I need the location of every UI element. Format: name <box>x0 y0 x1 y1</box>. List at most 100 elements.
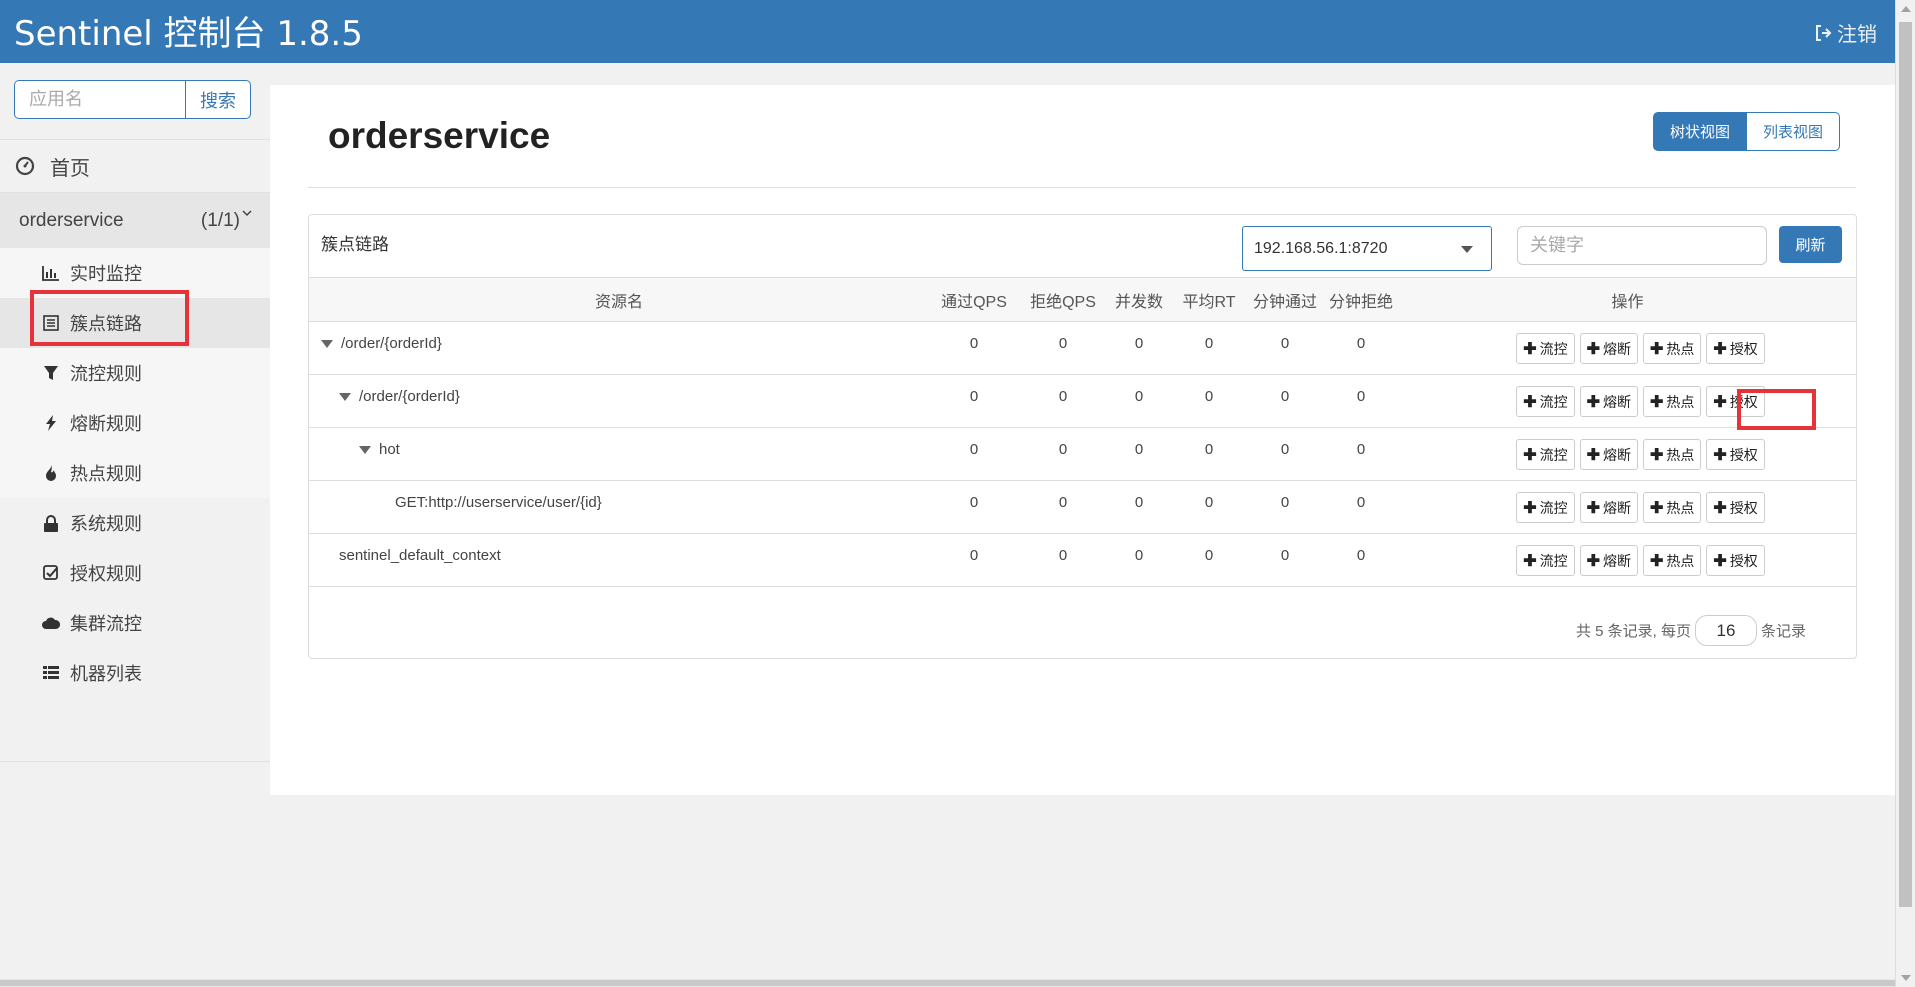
app-name: orderservice <box>19 209 124 231</box>
title-divider <box>308 187 1856 188</box>
add-auth-rule-button[interactable]: ✚ 授权 <box>1706 333 1765 364</box>
menu-item-machine-list[interactable]: 机器列表 <box>0 648 270 698</box>
add-flow-rule-button[interactable]: ✚ 流控 <box>1516 333 1575 364</box>
add-degrade-rule-button[interactable]: ✚ 熔断 <box>1579 333 1638 364</box>
op-label: 热点 <box>1666 552 1695 569</box>
caret-down-icon <box>1461 246 1473 253</box>
main-content: orderservice 树状视图 列表视图 簇点链路 192.168.56.1… <box>270 85 1895 795</box>
nav-home[interactable]: 首页 <box>0 139 270 193</box>
add-degrade-rule-button[interactable]: ✚ 熔断 <box>1579 492 1638 523</box>
resource-table: 资源名 通过QPS 拒绝QPS 并发数 平均RT 分钟通过 分钟拒绝 操作 /o… <box>309 277 1856 587</box>
add-flow-rule-button[interactable]: ✚ 流控 <box>1516 386 1575 417</box>
col-min-block: 分钟拒绝 <box>1323 277 1399 322</box>
add-flow-rule-button[interactable]: ✚ 流控 <box>1516 439 1575 470</box>
avg-rt: 0 <box>1171 427 1247 481</box>
machine-select[interactable]: 192.168.56.1:8720 <box>1242 226 1492 271</box>
menu-label: 实时监控 <box>70 264 142 284</box>
highlight-box-auth-button <box>1737 389 1816 430</box>
brand-title[interactable]: Sentinel 控制台 1.8.5 <box>14 6 363 55</box>
add-hot-rule-button[interactable]: ✚ 热点 <box>1643 492 1702 523</box>
min-block: 0 <box>1323 480 1399 534</box>
plus-icon: ✚ <box>1713 393 1727 411</box>
add-degrade-rule-button[interactable]: ✚ 熔断 <box>1579 439 1638 470</box>
menu-item-cluster-flow[interactable]: 集群流控 <box>0 598 270 648</box>
keyword-input[interactable] <box>1517 226 1767 265</box>
add-hot-rule-button[interactable]: ✚ 热点 <box>1643 333 1702 364</box>
plus-icon: ✚ <box>1586 499 1600 517</box>
plus-icon: ✚ <box>1586 446 1600 464</box>
list-view-button[interactable]: 列表视图 <box>1747 112 1841 151</box>
add-flow-rule-button[interactable]: ✚ 流控 <box>1516 545 1575 576</box>
block-qps: 0 <box>1019 533 1107 587</box>
vertical-scrollbar[interactable] <box>1895 0 1915 987</box>
top-navbar: Sentinel 控制台 1.8.5 注销 <box>0 0 1895 63</box>
add-hot-rule-button[interactable]: ✚ 热点 <box>1643 545 1702 576</box>
avg-rt: 0 <box>1171 374 1247 428</box>
min-pass: 0 <box>1247 480 1323 534</box>
resource-name: /order/{orderId} <box>341 335 442 352</box>
app-machine-count: (1/1) <box>200 209 240 231</box>
min-pass: 0 <box>1247 374 1323 428</box>
menu-item-flow-rules[interactable]: 流控规则 <box>0 348 270 398</box>
highlight-box-menu <box>30 290 189 346</box>
resource-panel: 簇点链路 192.168.56.1:8720 刷新 资源名 通过QPS 拒绝QP… <box>308 214 1857 659</box>
scrollbar-thumb[interactable] <box>1899 22 1912 907</box>
menu-label: 集群流控 <box>70 614 142 634</box>
add-hot-rule-button[interactable]: ✚ 热点 <box>1643 439 1702 470</box>
menu-item-hot-param-rules[interactable]: 热点规则 <box>0 448 270 498</box>
scroll-up-icon[interactable] <box>1901 6 1911 12</box>
page-size-input[interactable] <box>1694 615 1757 646</box>
page-title: orderservice <box>328 115 551 156</box>
menu-item-degrade-rules[interactable]: 熔断规则 <box>0 398 270 448</box>
scrollbar-thumb[interactable] <box>0 980 1895 986</box>
thread-count: 0 <box>1107 374 1171 428</box>
menu-label: 流控规则 <box>70 364 142 384</box>
resource-name: GET:http://userservice/user/{id} <box>395 494 602 511</box>
tree-toggle-icon[interactable] <box>339 393 351 402</box>
app-item-orderservice[interactable]: orderservice (1/1) <box>0 193 270 248</box>
logout-label: 注销 <box>1837 24 1877 46</box>
plus-icon: ✚ <box>1586 552 1600 570</box>
menu-label: 熔断规则 <box>70 414 142 434</box>
min-pass: 0 <box>1247 533 1323 587</box>
add-auth-rule-button[interactable]: ✚ 授权 <box>1706 439 1765 470</box>
sidebar: 搜索 首页 orderservice (1/1) 实时监控 簇点链路 流控规则 … <box>0 63 270 979</box>
logout-link[interactable]: 注销 <box>1813 18 1877 47</box>
menu-item-authority-rules[interactable]: 授权规则 <box>0 548 270 598</box>
add-degrade-rule-button[interactable]: ✚ 熔断 <box>1579 386 1638 417</box>
op-label: 熔断 <box>1603 446 1631 463</box>
lock-icon <box>42 514 60 532</box>
resource-name: hot <box>379 441 400 458</box>
app-search-button[interactable]: 搜索 <box>185 80 251 119</box>
op-label: 授权 <box>1729 446 1758 463</box>
app-search-input[interactable] <box>14 80 185 119</box>
scroll-down-icon[interactable] <box>1901 975 1911 981</box>
tree-view-button[interactable]: 树状视图 <box>1653 112 1748 151</box>
horizontal-scrollbar[interactable] <box>0 979 1895 987</box>
thread-count: 0 <box>1107 533 1171 587</box>
add-auth-rule-button[interactable]: ✚ 授权 <box>1706 492 1765 523</box>
menu-item-system-rules[interactable]: 系统规则 <box>0 498 270 548</box>
tree-toggle-icon[interactable] <box>359 446 371 455</box>
min-block: 0 <box>1323 533 1399 587</box>
pager-total: 共 5 条记录, 每页 <box>1575 623 1691 640</box>
add-flow-rule-button[interactable]: ✚ 流控 <box>1516 492 1575 523</box>
table-row: hot 0 0 0 0 0 0 ✚ 流控 ✚ 熔断 ✚ 热点 ✚ 授权 <box>309 427 1856 481</box>
op-label: 热点 <box>1666 499 1695 516</box>
tree-toggle-icon[interactable] <box>321 340 333 349</box>
cloud-icon <box>42 614 60 632</box>
add-degrade-rule-button[interactable]: ✚ 熔断 <box>1579 545 1638 576</box>
plus-icon: ✚ <box>1523 552 1537 570</box>
min-block: 0 <box>1323 427 1399 481</box>
add-hot-rule-button[interactable]: ✚ 热点 <box>1643 386 1702 417</box>
col-block-qps: 拒绝QPS <box>1019 277 1107 322</box>
op-label: 熔断 <box>1603 552 1631 569</box>
plus-icon: ✚ <box>1713 340 1727 358</box>
table-row: GET:http://userservice/user/{id} 0 0 0 0… <box>309 480 1856 534</box>
op-label: 流控 <box>1539 499 1568 516</box>
refresh-button[interactable]: 刷新 <box>1779 226 1842 263</box>
add-auth-rule-button[interactable]: ✚ 授权 <box>1706 545 1765 576</box>
plus-icon: ✚ <box>1650 446 1664 464</box>
table-header: 资源名 通过QPS 拒绝QPS 并发数 平均RT 分钟通过 分钟拒绝 操作 <box>309 277 1856 322</box>
pass-qps: 0 <box>929 480 1019 534</box>
